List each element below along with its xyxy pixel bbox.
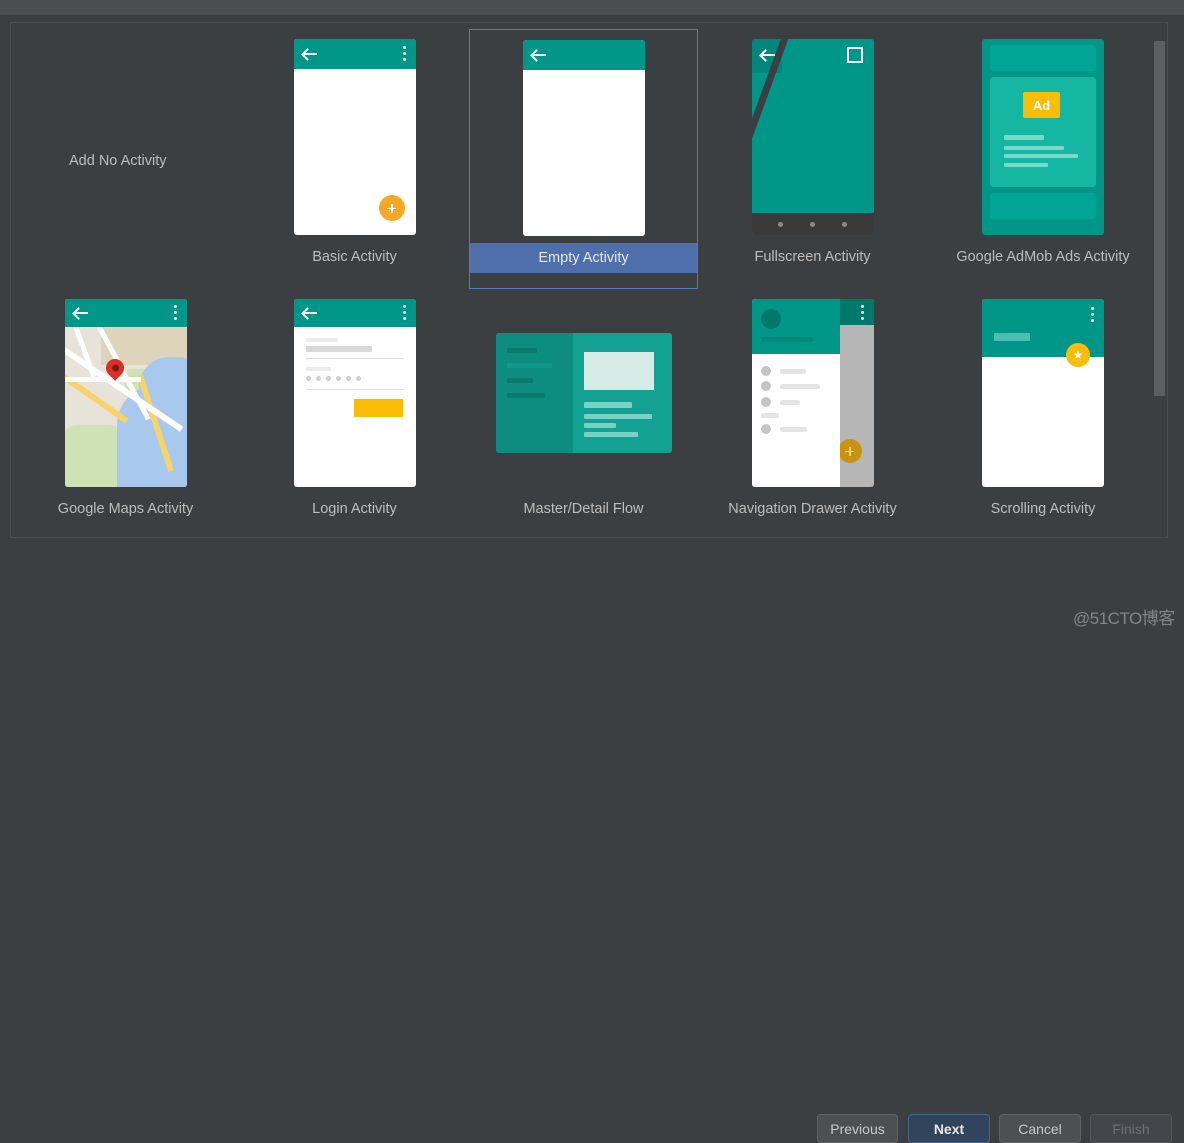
gallery-cell-no-activity[interactable]: Add No Activity xyxy=(11,29,240,289)
password-dot xyxy=(315,376,321,381)
gallery-cell-empty-activity[interactable]: Empty Activity xyxy=(469,29,698,289)
gallery-cell-master-detail-flow[interactable]: Master/Detail Flow xyxy=(469,289,698,537)
gallery-cell-fullscreen-activity[interactable]: Fullscreen Activity xyxy=(698,29,927,289)
floating-action-button-icon xyxy=(378,195,405,221)
gallery-cell-label: Fullscreen Activity xyxy=(754,249,871,265)
fullscreen-activity-thumbnail xyxy=(698,37,927,237)
empty-activity-thumbnail xyxy=(470,38,697,238)
password-dot xyxy=(355,376,361,381)
overflow-menu-icon xyxy=(173,305,177,320)
sign-in-button-shape xyxy=(353,399,403,417)
password-dot xyxy=(335,376,341,381)
dialog-footer: Previous Next Cancel Finish xyxy=(0,544,1184,1143)
new-project-dialog-body: Add No Activity Basic Activity Empty Act… xyxy=(0,15,1184,1143)
overflow-menu-icon xyxy=(402,305,406,320)
username-hint xyxy=(305,338,338,342)
next-button[interactable]: Next xyxy=(908,1114,990,1143)
finish-button: Finish xyxy=(1090,1114,1172,1143)
back-arrow-icon xyxy=(531,48,546,62)
overflow-menu-icon xyxy=(402,46,406,61)
password-dot xyxy=(325,376,331,381)
star-floating-action-button-icon: ★ xyxy=(1066,343,1090,367)
gallery-cell-label: Empty Activity xyxy=(470,243,697,273)
master-detail-thumbnail xyxy=(469,297,698,489)
back-arrow-icon xyxy=(302,306,317,320)
gallery-cell-login-activity[interactable]: Login Activity xyxy=(240,289,469,537)
gallery-cell-label: Google Maps Activity xyxy=(57,501,194,517)
activity-template-gallery[interactable]: Add No Activity Basic Activity Empty Act… xyxy=(10,22,1168,538)
fullscreen-expand-icon xyxy=(846,47,863,63)
gallery-cell-nav-drawer-activity[interactable]: Navigation Drawer Activity xyxy=(698,289,927,537)
window-title-bar xyxy=(0,0,1184,15)
gallery-cell-label: Scrolling Activity xyxy=(990,501,1096,517)
overflow-menu-icon xyxy=(860,305,864,320)
previous-button[interactable]: Previous xyxy=(817,1114,898,1143)
scrolling-activity-thumbnail: ★ xyxy=(927,297,1159,489)
gallery-cell-maps-activity[interactable]: Google Maps Activity xyxy=(11,289,240,537)
cancel-button[interactable]: Cancel xyxy=(999,1114,1081,1143)
password-dot xyxy=(345,376,351,381)
password-dot xyxy=(305,376,311,381)
gallery-cell-label: Navigation Drawer Activity xyxy=(728,501,897,517)
add-no-activity-label: Add No Activity xyxy=(69,153,167,169)
gallery-cell-label: Master/Detail Flow xyxy=(523,501,644,517)
login-activity-thumbnail xyxy=(240,297,469,489)
admob-activity-thumbnail: Ad xyxy=(927,37,1159,237)
android-navigation-bar xyxy=(751,213,874,235)
password-hint xyxy=(305,367,331,371)
username-value xyxy=(305,346,372,352)
back-arrow-icon xyxy=(302,47,317,61)
floating-action-button-icon xyxy=(837,439,862,463)
basic-activity-thumbnail xyxy=(240,37,469,237)
gallery-cell-scrolling-activity[interactable]: ★ Scrolling Activity xyxy=(927,289,1159,537)
ad-badge: Ad xyxy=(1023,92,1060,118)
back-arrow-icon xyxy=(73,306,88,320)
nav-drawer-thumbnail xyxy=(698,297,927,489)
back-arrow-icon xyxy=(760,48,775,62)
maps-activity-thumbnail xyxy=(11,297,240,489)
gallery-cell-basic-activity[interactable]: Basic Activity xyxy=(240,29,469,289)
gallery-cell-label: Login Activity xyxy=(312,501,397,517)
gallery-cell-admob-activity[interactable]: Ad Google AdMob Ads Activity xyxy=(927,29,1159,289)
gallery-scrollbar-thumb[interactable] xyxy=(1154,41,1165,396)
watermark-overlay: @51CTO博客 xyxy=(1073,609,1175,628)
gallery-cell-label: Basic Activity xyxy=(312,249,397,265)
overflow-menu-icon xyxy=(1091,307,1094,322)
gallery-cell-label: Google AdMob Ads Activity xyxy=(956,249,1130,265)
